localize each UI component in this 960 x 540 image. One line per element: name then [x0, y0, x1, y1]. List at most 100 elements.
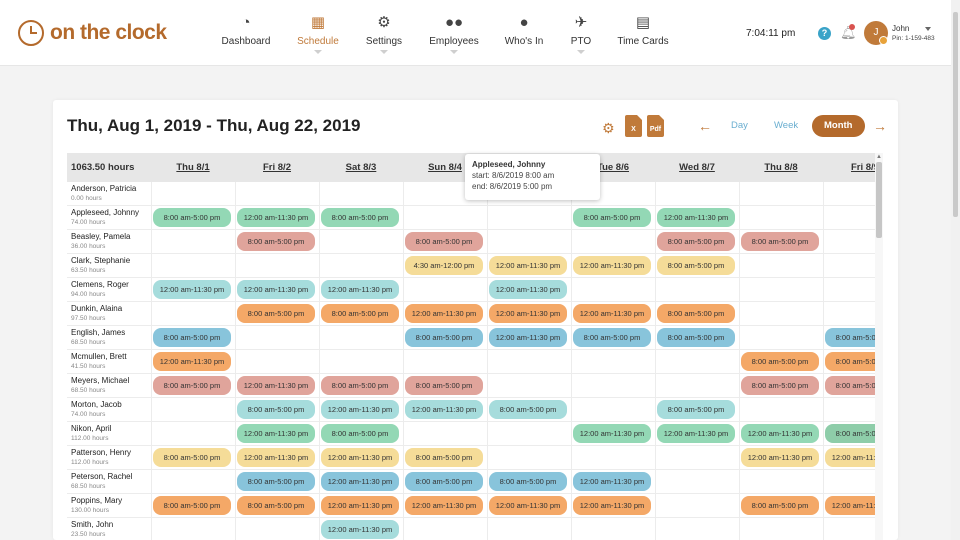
- shift-pill[interactable]: 12:00 am-11:30 pm: [657, 424, 735, 443]
- shift-pill[interactable]: 8:00 am-5:00 pm: [321, 424, 399, 443]
- shift-pill[interactable]: 8:00 am-5:00 pm: [825, 352, 875, 371]
- shift-pill[interactable]: 8:00 am-5:00 pm: [405, 232, 483, 251]
- shift-pill[interactable]: 12:00 am-11:30 pm: [321, 472, 399, 491]
- employee-name[interactable]: Dunkin, Alaina: [71, 304, 122, 313]
- shift-pill[interactable]: 12:00 am-11:30 pm: [237, 208, 315, 227]
- user-name[interactable]: John: [892, 24, 909, 33]
- shift-pill[interactable]: 8:00 am-5:00 pm: [489, 472, 567, 491]
- shift-pill[interactable]: 12:00 am-11:30 pm: [321, 280, 399, 299]
- shift-pill[interactable]: 8:00 am-5:00 pm: [321, 376, 399, 395]
- shift-pill[interactable]: 12:00 am-11:30 pm: [237, 424, 315, 443]
- day-header[interactable]: Fri 8/9: [823, 153, 875, 182]
- next-period-arrow-icon[interactable]: →: [873, 118, 887, 134]
- page-scrollbar-thumb[interactable]: [953, 12, 958, 217]
- employee-name[interactable]: English, James: [71, 328, 125, 337]
- shift-pill[interactable]: 12:00 am-11:30 pm: [741, 424, 819, 443]
- day-header[interactable]: Thu 8/8: [739, 153, 823, 182]
- shift-pill[interactable]: 8:00 am-5:00 pm: [573, 208, 651, 227]
- shift-pill[interactable]: 8:00 am-5:00 pm: [405, 328, 483, 347]
- shift-pill[interactable]: 12:00 am-11:30 pm: [489, 256, 567, 275]
- shift-pill[interactable]: 12:00 am-11:30 pm: [657, 208, 735, 227]
- export-excel-icon[interactable]: X: [625, 115, 642, 137]
- employee-name[interactable]: Morton, Jacob: [71, 400, 122, 409]
- help-icon[interactable]: ?: [818, 27, 831, 40]
- employee-name[interactable]: Meyers, Michael: [71, 376, 129, 385]
- shift-pill[interactable]: 12:00 am-11:30 pm: [573, 304, 651, 323]
- shift-pill[interactable]: 12:00 am-11:30 pm: [573, 256, 651, 275]
- shift-pill[interactable]: 8:00 am-5:00 pm: [825, 376, 875, 395]
- shift-pill[interactable]: 8:00 am-5:00 pm: [153, 448, 231, 467]
- nav-dashboard[interactable]: ◔ Dashboard: [206, 14, 286, 47]
- employee-name[interactable]: Peterson, Rachel: [71, 472, 132, 481]
- shift-pill[interactable]: 8:00 am-5:00 pm: [153, 496, 231, 515]
- shift-pill[interactable]: 4:30 am-12:00 pm: [405, 256, 483, 275]
- shift-pill[interactable]: 12:00 am-11:30 pm: [321, 400, 399, 419]
- shift-pill[interactable]: 8:00 am-5:00 pm: [741, 376, 819, 395]
- shift-pill[interactable]: 8:00 am-5:00 pm: [237, 496, 315, 515]
- shift-pill[interactable]: 8:00 am-5:00 pm: [321, 208, 399, 227]
- shift-pill[interactable]: 12:00 am-11:30 pm: [825, 448, 875, 467]
- employee-name[interactable]: Mcmullen, Brett: [71, 352, 127, 361]
- shift-pill[interactable]: 12:00 am-11:30 pm: [405, 400, 483, 419]
- shift-pill[interactable]: 12:00 am-11:30 pm: [237, 376, 315, 395]
- shift-pill[interactable]: 12:00 am-11:30 pm: [573, 472, 651, 491]
- prev-period-arrow-icon[interactable]: ←: [698, 118, 712, 134]
- shift-pill[interactable]: 8:00 am-5:00 pm: [741, 496, 819, 515]
- shift-pill[interactable]: 12:00 am-11:30 pm: [405, 304, 483, 323]
- shift-pill[interactable]: 8:00 am-5:00 pm: [153, 208, 231, 227]
- shift-pill[interactable]: 8:00 am-5:00 pm: [825, 328, 875, 347]
- shift-pill[interactable]: 8:00 am-5:00 pm: [573, 328, 651, 347]
- shift-pill[interactable]: 8:00 am-5:00 pm: [237, 232, 315, 251]
- employee-name[interactable]: Nikon, April: [71, 424, 111, 433]
- employee-name[interactable]: Smith, John: [71, 520, 113, 529]
- shift-pill[interactable]: 12:00 am-11:30 pm: [741, 448, 819, 467]
- shift-pill[interactable]: 12:00 am-11:30 pm: [321, 448, 399, 467]
- shift-pill[interactable]: 8:00 am-5:00 pm: [657, 232, 735, 251]
- view-month-button[interactable]: Month: [812, 115, 865, 137]
- shift-pill[interactable]: 8:00 am-5:00 pm: [741, 352, 819, 371]
- employee-name[interactable]: Poppins, Mary: [71, 496, 122, 505]
- shift-pill[interactable]: 12:00 am-11:30 pm: [825, 496, 875, 515]
- shift-pill[interactable]: 12:00 am-11:30 pm: [573, 496, 651, 515]
- scroll-up-arrow-icon[interactable]: ▲: [876, 154, 882, 160]
- shift-pill[interactable]: 12:00 am-11:30 pm: [489, 280, 567, 299]
- shift-pill[interactable]: 8:00 am-5:00 pm: [825, 424, 875, 443]
- shift-pill[interactable]: 8:00 am-5:00 pm: [153, 328, 231, 347]
- employee-name[interactable]: Clemens, Roger: [71, 280, 129, 289]
- shift-pill[interactable]: 8:00 am-5:00 pm: [657, 256, 735, 275]
- view-day-button[interactable]: Day: [731, 120, 748, 131]
- schedule-settings-gears-icon[interactable]: ⚙: [602, 120, 615, 137]
- shift-pill[interactable]: 8:00 am-5:00 pm: [405, 376, 483, 395]
- employee-name[interactable]: Anderson, Patricia: [71, 184, 136, 193]
- shift-pill[interactable]: 8:00 am-5:00 pm: [237, 304, 315, 323]
- shift-pill[interactable]: 12:00 am-11:30 pm: [153, 352, 231, 371]
- shift-pill[interactable]: 12:00 am-11:30 pm: [321, 520, 399, 539]
- day-header[interactable]: Fri 8/2: [235, 153, 319, 182]
- shift-pill[interactable]: 12:00 am-11:30 pm: [489, 304, 567, 323]
- shift-pill[interactable]: 12:00 am-11:30 pm: [237, 448, 315, 467]
- shift-pill[interactable]: 8:00 am-5:00 pm: [153, 376, 231, 395]
- shift-pill[interactable]: 8:00 am-5:00 pm: [741, 232, 819, 251]
- shift-pill[interactable]: 8:00 am-5:00 pm: [657, 400, 735, 419]
- nav-settings[interactable]: ⚙ Settings: [344, 14, 424, 54]
- day-header[interactable]: Sat 8/3: [319, 153, 403, 182]
- shift-pill[interactable]: 12:00 am-11:30 pm: [489, 328, 567, 347]
- shift-pill[interactable]: 8:00 am-5:00 pm: [657, 304, 735, 323]
- shift-pill[interactable]: 8:00 am-5:00 pm: [489, 400, 567, 419]
- shift-pill[interactable]: 12:00 am-11:30 pm: [153, 280, 231, 299]
- shift-pill[interactable]: 8:00 am-5:00 pm: [657, 328, 735, 347]
- employee-name[interactable]: Patterson, Henry: [71, 448, 131, 457]
- day-header[interactable]: Thu 8/1: [151, 153, 235, 182]
- shift-pill[interactable]: 8:00 am-5:00 pm: [405, 448, 483, 467]
- shift-pill[interactable]: 8:00 am-5:00 pm: [237, 400, 315, 419]
- shift-pill[interactable]: 8:00 am-5:00 pm: [405, 472, 483, 491]
- view-week-button[interactable]: Week: [774, 120, 798, 131]
- shift-pill[interactable]: 12:00 am-11:30 pm: [321, 496, 399, 515]
- nav-time-cards[interactable]: ▤ Time Cards: [603, 14, 683, 47]
- shift-pill[interactable]: 8:00 am-5:00 pm: [321, 304, 399, 323]
- grid-scrollbar-thumb[interactable]: [876, 162, 882, 238]
- export-pdf-icon[interactable]: Pdf: [647, 115, 664, 137]
- brand-logo[interactable]: on the clock: [18, 20, 167, 46]
- shift-pill[interactable]: 12:00 am-11:30 pm: [237, 280, 315, 299]
- shift-pill[interactable]: 12:00 am-11:30 pm: [573, 424, 651, 443]
